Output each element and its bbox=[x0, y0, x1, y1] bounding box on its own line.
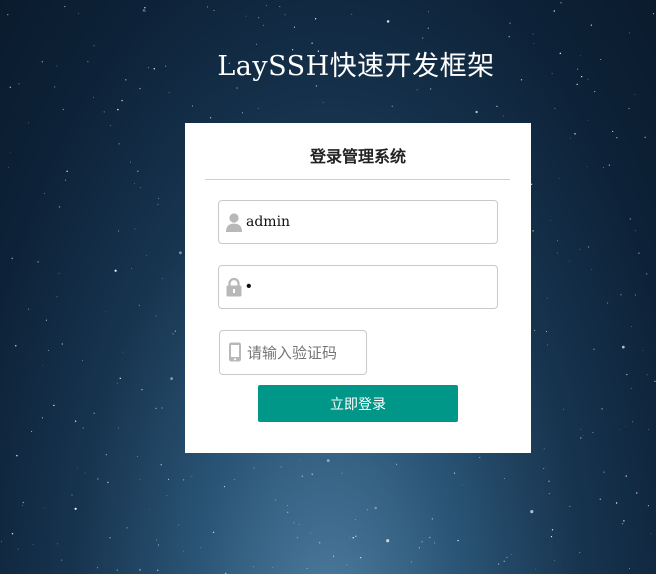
lock-icon bbox=[226, 277, 242, 297]
password-field[interactable] bbox=[218, 265, 498, 309]
panel-title: 登录管理系统 bbox=[309, 147, 406, 166]
password-input[interactable] bbox=[246, 266, 486, 308]
login-button[interactable]: 立即登录 bbox=[258, 385, 458, 422]
phone-icon bbox=[229, 342, 241, 362]
app-title: LaySSH快速开发框架 bbox=[217, 51, 495, 82]
username-input[interactable] bbox=[246, 201, 486, 243]
panel-divider bbox=[205, 179, 510, 180]
username-field[interactable] bbox=[218, 200, 498, 244]
captcha-field[interactable] bbox=[219, 330, 367, 375]
login-panel: 登录管理系统 立即登录 bbox=[185, 123, 531, 453]
user-icon bbox=[226, 213, 242, 232]
captcha-input[interactable] bbox=[247, 331, 362, 374]
